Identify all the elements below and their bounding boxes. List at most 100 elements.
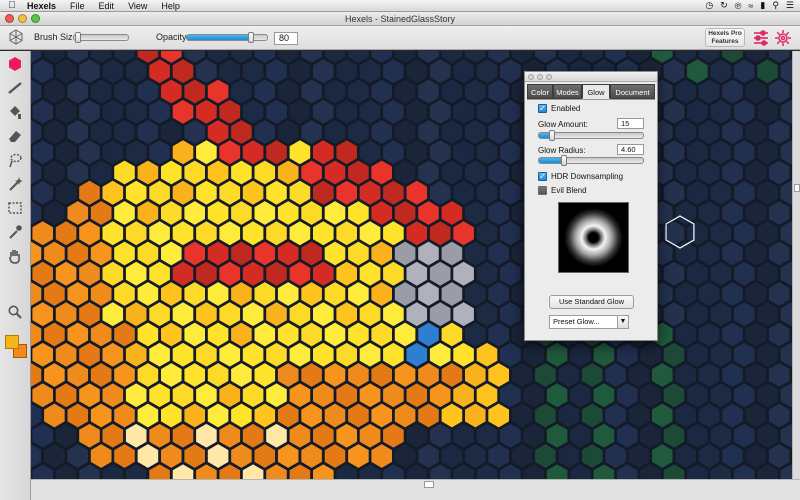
hex-cell[interactable]	[465, 120, 486, 144]
hex-cell[interactable]	[67, 363, 89, 387]
hex-cell[interactable]	[324, 201, 346, 225]
hex-cell[interactable]	[523, 342, 544, 367]
hex-cell[interactable]	[768, 51, 790, 63]
hex-cell[interactable]	[90, 51, 112, 63]
hex-cell[interactable]	[429, 342, 451, 367]
hex-cell[interactable]	[476, 221, 498, 246]
hex-cell[interactable]	[558, 363, 580, 387]
hex-cell[interactable]	[313, 261, 334, 286]
hex-cell[interactable]	[593, 423, 615, 448]
hex-cell[interactable]	[67, 322, 89, 347]
hex-cell[interactable]	[757, 302, 778, 327]
hex-cell[interactable]	[102, 140, 124, 165]
hex-cell[interactable]	[394, 282, 416, 306]
hex-cell[interactable]	[90, 79, 112, 104]
hex-cell[interactable]	[710, 302, 732, 327]
hex-cell[interactable]	[663, 221, 685, 246]
hex-cell[interactable]	[219, 261, 241, 286]
hex-cell[interactable]	[453, 140, 474, 165]
hex-cell[interactable]	[266, 383, 287, 408]
hdr-downsampling-checkbox[interactable]: ✓	[538, 172, 547, 181]
hex-cell[interactable]	[476, 99, 498, 124]
hex-cell[interactable]	[289, 140, 311, 165]
hex-cell[interactable]	[313, 140, 334, 165]
hex-cell[interactable]	[406, 302, 428, 327]
hex-cell[interactable]	[406, 423, 428, 448]
hex-cell[interactable]	[675, 79, 696, 104]
hex-cell[interactable]	[371, 51, 392, 63]
hex-cell[interactable]	[617, 423, 638, 448]
hex-cell[interactable]	[266, 261, 287, 286]
hex-cell[interactable]	[44, 444, 65, 468]
hex-cell[interactable]	[55, 99, 77, 124]
hex-cell[interactable]	[394, 322, 416, 347]
lasso-icon[interactable]	[5, 150, 25, 170]
hex-cell[interactable]	[55, 302, 77, 327]
hex-cell[interactable]	[336, 383, 357, 408]
hex-cell[interactable]	[558, 403, 580, 428]
brush-size-slider[interactable]	[73, 32, 129, 43]
hex-cell[interactable]	[406, 140, 428, 165]
hex-cell[interactable]	[324, 403, 346, 428]
hex-cell[interactable]	[359, 261, 381, 286]
hex-cell[interactable]	[90, 160, 112, 185]
hex-cell[interactable]	[102, 261, 124, 286]
hex-cell[interactable]	[488, 403, 509, 428]
hex-cell[interactable]	[441, 444, 463, 468]
bluetooth-icon[interactable]: ℗	[735, 1, 742, 11]
hex-cell[interactable]	[745, 403, 767, 428]
hex-cell[interactable]	[31, 282, 42, 306]
hex-cell[interactable]	[32, 423, 53, 448]
hex-cell[interactable]	[266, 140, 287, 165]
hex-cell[interactable]	[663, 180, 685, 205]
hex-cell[interactable]	[757, 140, 778, 165]
menu-edit[interactable]: Edit	[92, 0, 122, 12]
hex-cell[interactable]	[453, 99, 474, 124]
hex-cell[interactable]	[745, 322, 767, 347]
hex-cell[interactable]	[79, 383, 100, 408]
hex-cell[interactable]	[780, 342, 792, 367]
hex-cell[interactable]	[254, 201, 276, 225]
hex-cell[interactable]	[465, 444, 486, 468]
hex-cell[interactable]	[733, 99, 755, 124]
hex-cell[interactable]	[476, 383, 498, 408]
hex-cell[interactable]	[184, 282, 205, 306]
hex-cell[interactable]	[476, 140, 498, 165]
hex-canvas[interactable]	[31, 51, 792, 479]
hex-cell[interactable]	[254, 120, 276, 144]
hex-cell[interactable]	[254, 51, 276, 63]
hex-cell[interactable]	[558, 444, 580, 468]
hex-cell[interactable]	[546, 383, 568, 408]
menu-help[interactable]: Help	[154, 0, 187, 12]
hex-cell[interactable]	[687, 383, 708, 408]
hex-cell[interactable]	[698, 363, 720, 387]
hex-cell[interactable]	[640, 383, 661, 408]
opacity-slider-knob[interactable]	[248, 32, 254, 43]
hex-cell[interactable]	[441, 201, 463, 225]
hex-cell[interactable]	[698, 444, 720, 468]
hex-cell[interactable]	[277, 79, 299, 104]
hex-cell[interactable]	[336, 342, 357, 367]
hex-cell[interactable]	[675, 120, 696, 144]
hex-cell[interactable]	[301, 51, 322, 63]
hex-cell[interactable]	[418, 444, 439, 468]
hex-cell[interactable]	[371, 282, 392, 306]
hex-cell[interactable]	[301, 201, 322, 225]
hex-cell[interactable]	[523, 383, 544, 408]
hex-cell[interactable]	[698, 51, 720, 63]
hex-cell[interactable]	[768, 322, 790, 347]
hex-cell[interactable]	[125, 383, 147, 408]
hex-cell[interactable]	[196, 383, 217, 408]
hex-cell[interactable]	[371, 201, 392, 225]
hex-cell[interactable]	[125, 59, 147, 84]
hex-cell[interactable]	[652, 363, 673, 387]
hex-cell[interactable]	[324, 322, 346, 347]
opacity-slider[interactable]	[186, 32, 268, 43]
hex-cell[interactable]	[757, 221, 778, 246]
hex-cell[interactable]	[219, 302, 241, 327]
hex-cell[interactable]	[196, 221, 217, 246]
hex-cell[interactable]	[207, 282, 229, 306]
hex-cell[interactable]	[254, 241, 276, 266]
hex-cell[interactable]	[301, 322, 322, 347]
hex-cell[interactable]	[488, 363, 509, 387]
